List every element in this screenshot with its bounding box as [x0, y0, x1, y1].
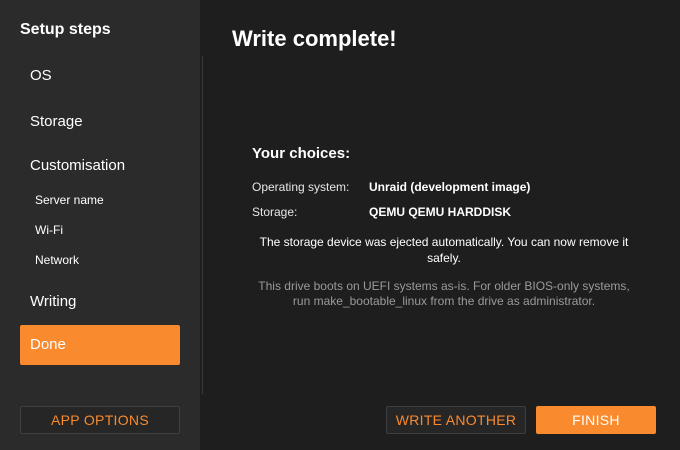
choice-label-storage: Storage:: [252, 205, 298, 219]
write-another-button[interactable]: WRITE ANOTHER: [386, 406, 526, 434]
page-title: Write complete!: [232, 26, 397, 51]
app-options-button[interactable]: APP OPTIONS: [20, 406, 180, 434]
choice-value-os: Unraid (development image): [369, 180, 531, 194]
sidebar-subitem-server-name[interactable]: Server name: [35, 193, 104, 207]
choices-heading: Your choices:: [252, 145, 351, 162]
ejected-notice: The storage device was ejected automatic…: [259, 235, 629, 265]
sidebar: Setup steps OS Storage Customisation Ser…: [0, 0, 200, 450]
sidebar-item-done[interactable]: Done: [20, 325, 180, 365]
sidebar-subitem-network[interactable]: Network: [35, 253, 79, 267]
sidebar-subitem-wifi[interactable]: Wi-Fi: [35, 223, 63, 237]
sidebar-title: Setup steps: [20, 21, 111, 38]
choice-label-os: Operating system:: [252, 180, 350, 194]
choice-value-storage: QEMU QEMU HARDDISK: [369, 205, 512, 219]
sidebar-item-os[interactable]: OS: [30, 67, 52, 84]
finish-button[interactable]: FINISH: [536, 406, 656, 434]
boot-hint: This drive boots on UEFI systems as-is. …: [258, 279, 630, 308]
sidebar-divider: [202, 56, 203, 394]
sidebar-item-customisation[interactable]: Customisation: [30, 157, 125, 174]
sidebar-item-writing[interactable]: Writing: [30, 293, 76, 310]
sidebar-item-storage[interactable]: Storage: [30, 113, 83, 130]
app-window: Setup steps OS Storage Customisation Ser…: [0, 0, 680, 450]
